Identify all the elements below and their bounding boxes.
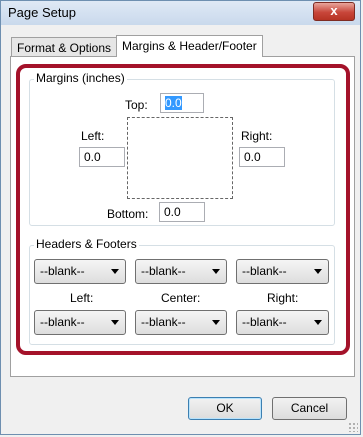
tab-label: Format & Options (17, 41, 112, 55)
tab-format-options[interactable]: Format & Options (11, 37, 118, 57)
window-title: Page Setup (8, 5, 76, 20)
highlight-annotation (16, 64, 350, 355)
close-button[interactable]: x (313, 2, 355, 21)
resize-grip-icon[interactable] (348, 422, 358, 432)
title-bar: Page Setup x (1, 1, 360, 25)
tab-margins-header-footer[interactable]: Margins & Header/Footer (116, 35, 263, 57)
cancel-button-label: Cancel (290, 401, 329, 415)
close-icon: x (330, 3, 338, 18)
ok-button-label: OK (216, 401, 234, 415)
cancel-button[interactable]: Cancel (272, 397, 347, 420)
ok-button[interactable]: OK (188, 397, 262, 420)
page-setup-dialog: Page Setup x Format & Options Margins & … (0, 0, 361, 435)
tab-label: Margins & Header/Footer (122, 39, 257, 53)
